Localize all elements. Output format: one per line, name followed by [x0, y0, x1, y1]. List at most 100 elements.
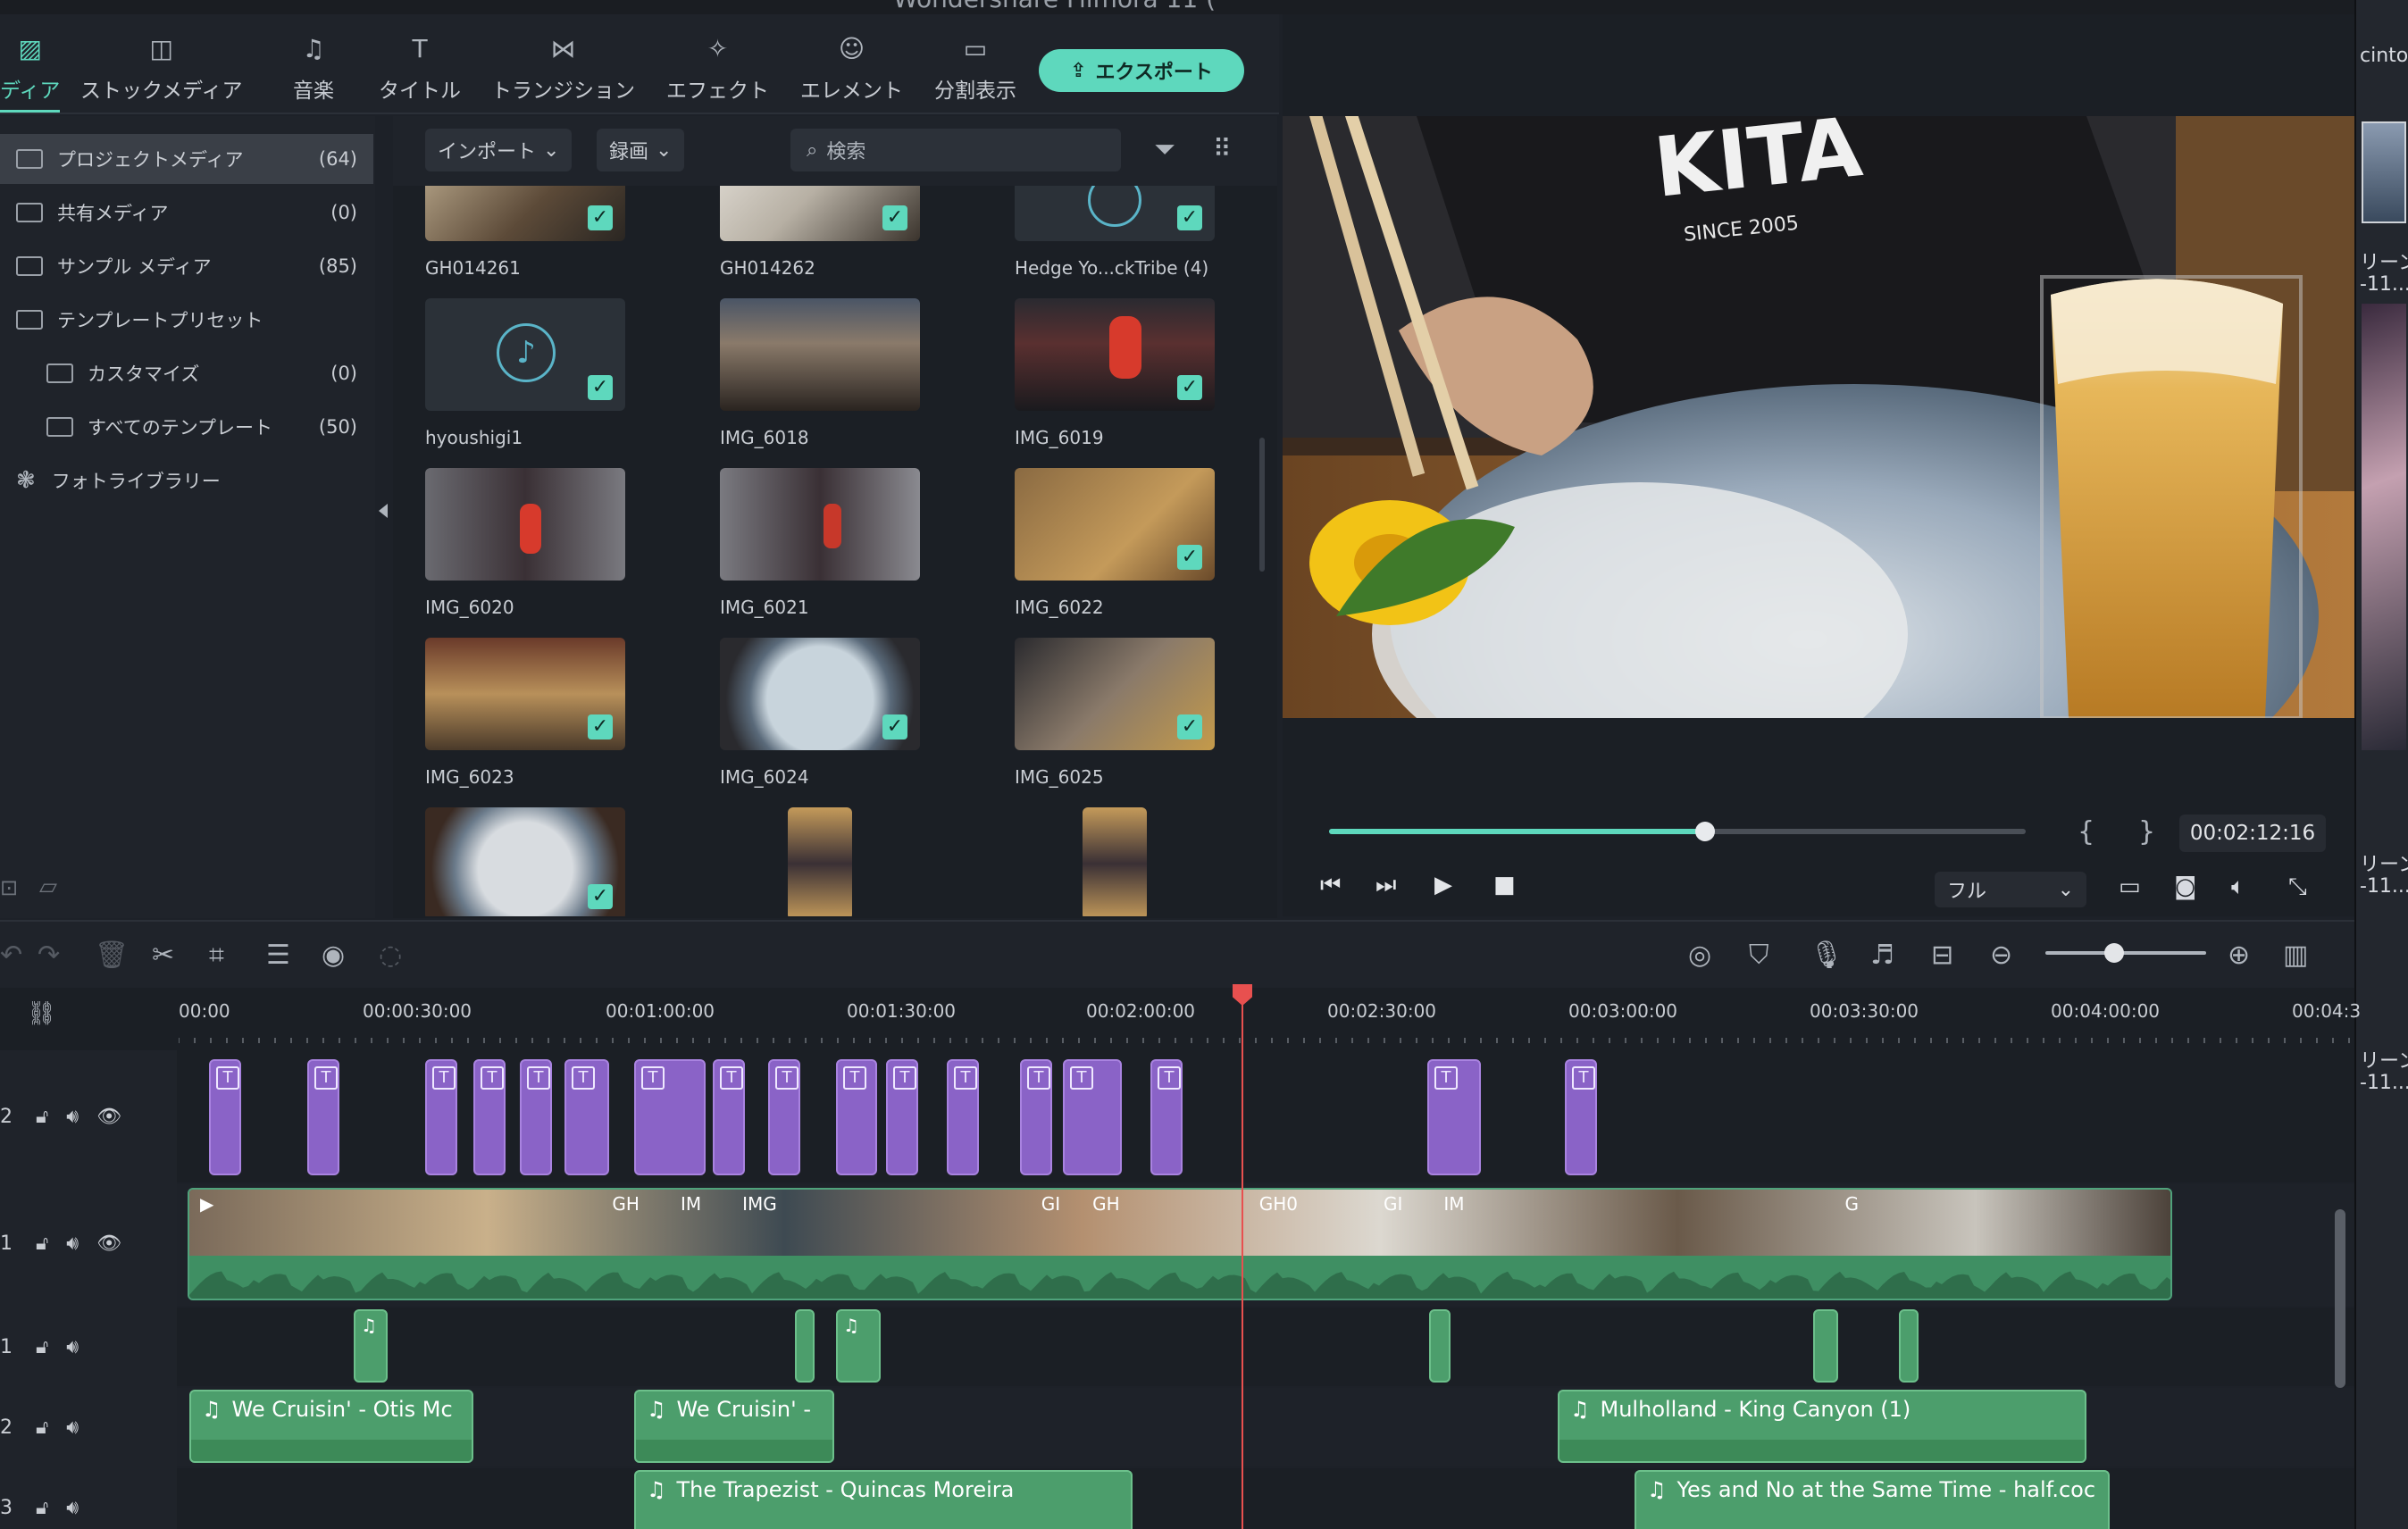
video-clip-strip[interactable]: ▶ GH IM IMG GI GH GH0 GI IM G: [188, 1188, 2172, 1300]
timeline-vertical-scrollbar[interactable]: [2335, 1209, 2345, 1388]
tab-media[interactable]: ▨ ディア: [0, 34, 61, 114]
audio-clip-yes-and-no[interactable]: ♫ Yes and No at the Same Time - half.coc: [1635, 1470, 2110, 1529]
title-clip[interactable]: T: [768, 1059, 800, 1175]
zoom-out-icon[interactable]: ⊖: [1990, 940, 2012, 971]
undo-icon[interactable]: ↶: [0, 940, 22, 971]
volume-icon[interactable]: 🔊︎: [66, 1106, 79, 1128]
title-clip[interactable]: T: [713, 1059, 745, 1175]
timeline-zoom-slider[interactable]: [2045, 951, 2206, 955]
mark-in-icon[interactable]: {: [2078, 816, 2094, 848]
playhead-line[interactable]: [1242, 995, 1243, 1529]
media-thumb-img6025[interactable]: ✓: [1015, 638, 1215, 750]
title-clip[interactable]: T: [947, 1059, 979, 1175]
title-clip[interactable]: T: [886, 1059, 918, 1175]
media-thumb-img6024[interactable]: ✓: [720, 638, 920, 750]
cut-scissors-icon[interactable]: ✂: [152, 940, 174, 971]
tab-element[interactable]: ☺ エレメント: [800, 34, 903, 114]
lock-icon[interactable]: 🔓︎: [36, 1416, 48, 1439]
media-thumb-gh014262[interactable]: ✓: [720, 186, 920, 241]
volume-icon[interactable]: 🔈︎: [2231, 873, 2245, 901]
media-thumb-img6023[interactable]: ✓: [425, 638, 625, 750]
media-thumb-gh014261[interactable]: ✓: [425, 186, 625, 241]
media-thumb-hedge[interactable]: ✓: [1015, 186, 1215, 241]
lock-icon[interactable]: 🔓︎: [36, 1497, 48, 1519]
title-clip[interactable]: T: [1565, 1059, 1597, 1175]
audio-clip-sfx[interactable]: [1813, 1309, 1838, 1383]
lock-icon[interactable]: 🔓︎: [36, 1106, 48, 1128]
step-forward-icon[interactable]: ⏭: [1375, 872, 1396, 899]
snapshot-camera-icon[interactable]: ◙: [2174, 873, 2196, 900]
preview-quality-select[interactable]: フル ⌄: [1935, 872, 2086, 907]
eye-icon[interactable]: 👁︎: [96, 1232, 121, 1255]
sidebar-item-sample-media[interactable]: サンプル メディア (85): [0, 241, 373, 291]
title-clip[interactable]: T: [473, 1059, 506, 1175]
tab-split-screen[interactable]: ▭ 分割表示: [934, 34, 1016, 114]
audio-clip-we-cruisin-2[interactable]: ♫ We Cruisin' -: [634, 1390, 834, 1463]
sidebar-item-shared-media[interactable]: 共有メディア (0): [0, 188, 373, 238]
grid-view-icon[interactable]: ⠿: [1213, 134, 1232, 163]
media-thumb-img6020[interactable]: [425, 468, 625, 581]
collapse-sidebar-arrow-icon[interactable]: [379, 504, 388, 518]
audio-mixer-icon[interactable]: ♬: [1870, 940, 1894, 971]
folder-outline-icon[interactable]: ▱: [39, 873, 57, 900]
title-clip[interactable]: T: [425, 1059, 457, 1175]
media-thumb-row5-a[interactable]: ✓: [425, 807, 625, 916]
audio-clip-trapezist[interactable]: ♫ The Trapezist - Quincas Moreira: [634, 1470, 1133, 1529]
marker-icon[interactable]: ⛉: [1749, 940, 1769, 971]
volume-icon[interactable]: 🔊︎: [66, 1336, 79, 1358]
audio-clip-we-cruisin-1[interactable]: ♫ We Cruisin' - Otis Mc: [189, 1390, 473, 1463]
title-clip[interactable]: T: [1150, 1059, 1183, 1175]
volume-icon[interactable]: 🔊︎: [66, 1416, 79, 1439]
title-clip[interactable]: T: [520, 1059, 552, 1175]
title-clip[interactable]: T: [209, 1059, 241, 1175]
sidebar-item-project-media[interactable]: プロジェクトメディア (64): [0, 134, 373, 184]
filter-icon[interactable]: ⏷: [1154, 134, 1175, 165]
sidebar-item-template-presets[interactable]: テンプレートプリセット: [0, 295, 373, 345]
title-clip[interactable]: T: [564, 1059, 609, 1175]
fit-timeline-icon[interactable]: ⊟: [1931, 940, 1953, 971]
record-dropdown[interactable]: 録画 ⌄: [597, 129, 685, 171]
render-preview-icon[interactable]: ◎: [1688, 940, 1711, 971]
import-dropdown[interactable]: インポート ⌄: [425, 129, 573, 171]
tab-effect[interactable]: ✧ エフェクト: [666, 34, 769, 114]
tab-stock-media[interactable]: ◫ ストックメディア: [80, 34, 242, 114]
audio-wave-icon[interactable]: ◉: [322, 940, 345, 971]
media-thumb-img6019[interactable]: ✓: [1015, 298, 1215, 411]
media-thumb-row5-c[interactable]: [1083, 807, 1147, 916]
sidebar-item-customize[interactable]: カスタマイズ (0): [0, 348, 373, 398]
adjust-sliders-icon[interactable]: ☰: [266, 940, 290, 971]
lock-icon[interactable]: 🔓︎: [36, 1232, 48, 1255]
export-button[interactable]: ⇪ エクスポート: [1039, 49, 1244, 92]
audio-clip-mulholland[interactable]: ♫ Mulholland - King Canyon (1): [1558, 1390, 2086, 1463]
stop-icon[interactable]: ■: [1493, 872, 1516, 898]
title-clip[interactable]: T: [634, 1059, 706, 1175]
delete-icon[interactable]: 🗑︎: [95, 940, 129, 971]
title-clip[interactable]: T: [1427, 1059, 1481, 1175]
track-view-icon[interactable]: ▥: [2283, 940, 2308, 971]
sidebar-item-all-templates[interactable]: すべてのテンプレート (50): [0, 402, 373, 452]
eye-icon[interactable]: 👁︎: [96, 1106, 121, 1128]
title-clip[interactable]: T: [836, 1059, 877, 1175]
title-clip[interactable]: T: [1063, 1059, 1122, 1175]
redo-icon[interactable]: ↷: [38, 940, 60, 971]
speech-to-text-icon[interactable]: ◌: [379, 940, 402, 971]
add-folder-icon[interactable]: ⊡: [0, 875, 18, 900]
sidebar-item-photo-library[interactable]: ❃ フォトライブラリー: [0, 455, 373, 505]
tab-transition[interactable]: ⋈ トランジション: [491, 34, 635, 114]
media-thumb-img6022[interactable]: ✓: [1015, 468, 1215, 581]
media-thumb-img6021[interactable]: [720, 468, 920, 581]
audio-clip-sfx[interactable]: ♫: [354, 1309, 388, 1383]
play-icon[interactable]: ▶: [1434, 872, 1452, 898]
media-browser-scrollbar[interactable]: [1259, 438, 1265, 572]
volume-icon[interactable]: 🔊︎: [66, 1497, 79, 1519]
title-clip[interactable]: T: [307, 1059, 339, 1175]
tag-icon[interactable]: ⌗: [209, 940, 224, 971]
link-icon[interactable]: ⛓: [27, 1000, 56, 1027]
title-clip[interactable]: T: [1020, 1059, 1052, 1175]
media-thumb-row5-b[interactable]: [788, 807, 852, 916]
media-thumb-hyoushigi1[interactable]: ♪ ✓: [425, 298, 625, 411]
lock-icon[interactable]: 🔓︎: [36, 1336, 48, 1358]
tab-music[interactable]: ♫ 音楽: [293, 34, 334, 114]
audio-clip-sfx[interactable]: ♫: [836, 1309, 881, 1383]
zoom-in-icon[interactable]: ⊕: [2228, 940, 2250, 971]
